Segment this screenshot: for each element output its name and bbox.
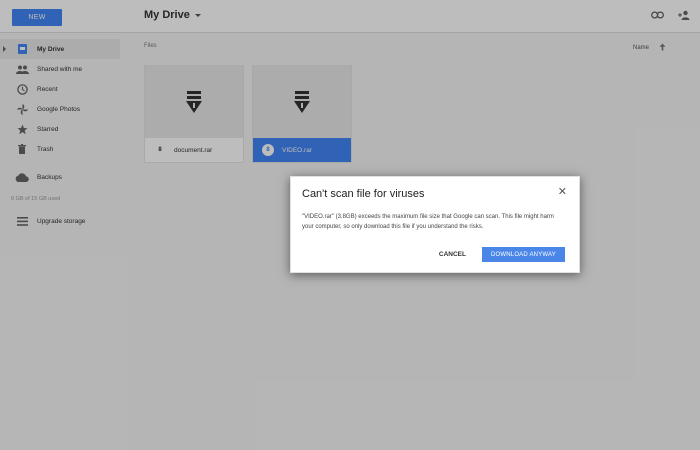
virus-scan-dialog: Can't scan file for viruses ✕ "VIDEO.rar… [290, 176, 580, 273]
dialog-title: Can't scan file for viruses [302, 188, 425, 200]
dialog-actions: CANCEL DOWNLOAD ANYWAY [439, 247, 565, 262]
download-anyway-button[interactable]: DOWNLOAD ANYWAY [482, 247, 565, 262]
close-icon[interactable]: ✕ [558, 187, 567, 198]
drive-app: NEW My Drive My Drive Shared with me Rec… [0, 0, 700, 450]
cancel-button[interactable]: CANCEL [439, 251, 466, 258]
dialog-message: "VIDEO.rar" (3.8GB) exceeds the maximum … [302, 214, 554, 230]
